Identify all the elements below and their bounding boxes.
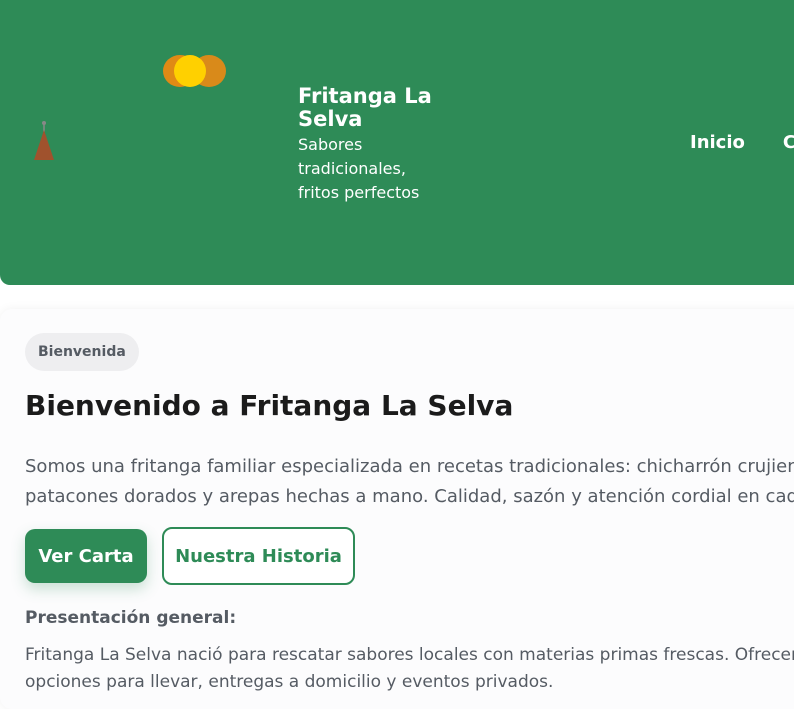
nav-item-inicio[interactable]: Inicio [690, 132, 745, 153]
tree-icon [34, 121, 54, 160]
intro-line: patacones dorados y arepas hechas a mano… [25, 486, 794, 507]
intro-line: Somos una fritanga familiar especializad… [25, 456, 794, 477]
brand: Fritanga La Selva Sabores tradicionales,… [298, 85, 438, 205]
overview-text: Fritanga La Selva nació para rescatar sa… [25, 642, 794, 696]
overview-line: Fritanga La Selva nació para rescatar sa… [25, 645, 794, 665]
site-header: Fritanga La Selva Sabores tradicionales,… [0, 0, 794, 285]
logo-yellow-circle [174, 55, 206, 87]
overview-heading: Presentación general: [25, 608, 237, 628]
our-story-button[interactable]: Nuestra Historia [162, 527, 355, 585]
intro-text: Somos una fritanga familiar especializad… [25, 452, 794, 512]
section-badge: Bienvenida [25, 333, 139, 371]
brand-name: Fritanga La Selva [298, 84, 432, 131]
page-title: Bienvenido a Fritanga La Selva [25, 389, 514, 422]
logo[interactable] [30, 50, 240, 170]
nav-item-truncated[interactable]: C [783, 132, 794, 153]
brand-tagline: Sabores tradicionales, fritos perfectos [298, 135, 420, 202]
view-menu-button[interactable]: Ver Carta [25, 529, 147, 583]
overview-line: opciones para llevar, entregas a domicil… [25, 672, 554, 692]
main-nav: Inicio C [690, 132, 794, 153]
welcome-section: Bienvenida Bienvenido a Fritanga La Selv… [0, 309, 794, 709]
